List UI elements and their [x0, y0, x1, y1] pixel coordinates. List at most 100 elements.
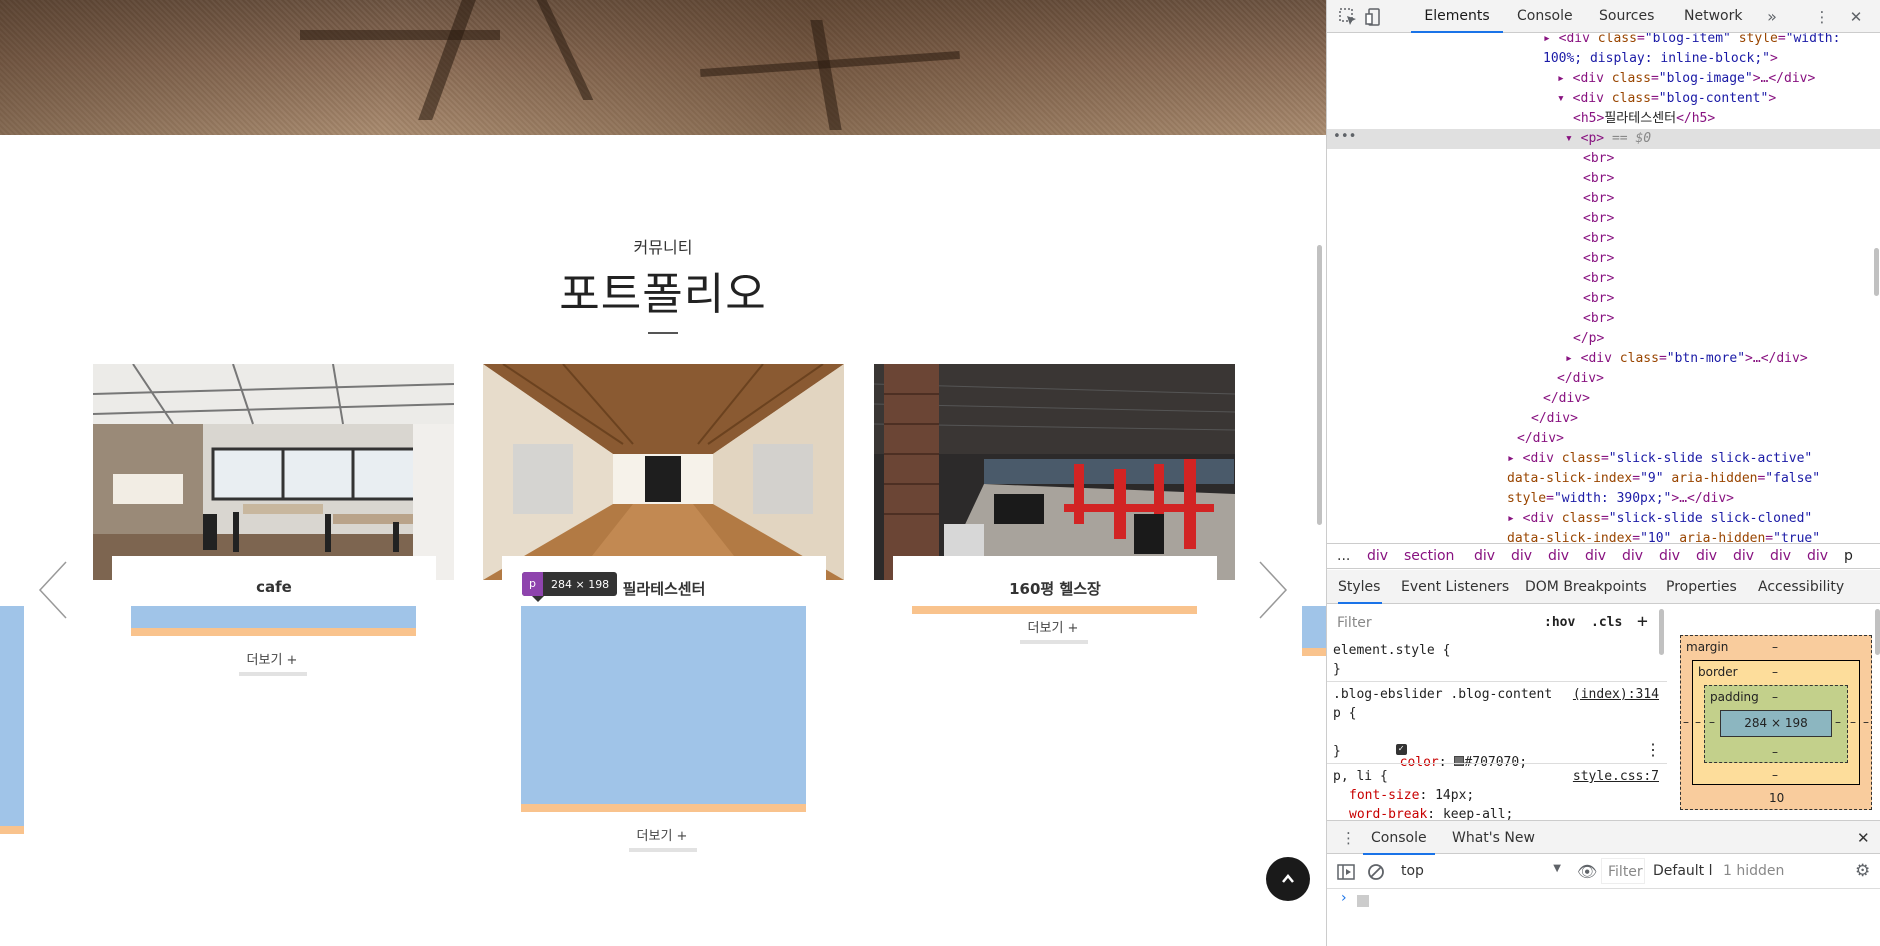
checkbox-icon[interactable]: ✓ — [1395, 744, 1407, 755]
cls-toggle[interactable]: .cls — [1591, 615, 1622, 630]
dom-node-line[interactable]: ▸ <div class="btn-more">…</div> — [1327, 349, 1880, 369]
tab-sources[interactable]: Sources — [1599, 0, 1654, 33]
dom-node-line[interactable]: <br> — [1327, 249, 1880, 269]
breadcrumb-item[interactable]: div — [1770, 544, 1791, 568]
property-row[interactable]: word-break: keep-all; — [1349, 807, 1513, 820]
breadcrumb-item[interactable]: div — [1659, 544, 1680, 568]
breadcrumb-item[interactable]: section — [1404, 544, 1454, 568]
more-link[interactable]: 더보기 + — [1003, 617, 1103, 636]
node-actions-icon[interactable]: ••• — [1333, 129, 1356, 144]
drawer-menu-icon[interactable]: ⋮ — [1341, 829, 1356, 847]
dom-node-line[interactable]: ▾ <div class="blog-content"> — [1327, 89, 1880, 109]
breadcrumb-item[interactable]: div — [1733, 544, 1754, 568]
dom-node-line[interactable]: </p> — [1327, 329, 1880, 349]
border-left-value[interactable]: – — [1695, 715, 1701, 729]
dom-node-line[interactable]: <br> — [1327, 189, 1880, 209]
dom-node-line[interactable]: </div> — [1327, 429, 1880, 449]
tab-drawer-console[interactable]: Console — [1363, 821, 1435, 855]
eye-icon[interactable]: 👁 — [1577, 862, 1597, 881]
dom-node-line[interactable]: <h5>필라테스센터</h5> — [1327, 109, 1880, 129]
box-model-scrollbar[interactable] — [1875, 609, 1880, 655]
breadcrumb-item[interactable]: p — [1844, 544, 1853, 568]
dom-node-line[interactable]: <br> — [1327, 149, 1880, 169]
styles-scrollbar[interactable] — [1659, 609, 1664, 655]
element-style-rule[interactable]: element.style { — [1333, 643, 1450, 658]
more-link[interactable]: 더보기 + — [612, 825, 712, 844]
margin-bottom-value[interactable]: 10 — [1769, 791, 1784, 805]
breadcrumb-item[interactable]: div — [1585, 544, 1606, 568]
box-model-content[interactable]: 284 × 198 — [1720, 710, 1832, 737]
dom-node-line[interactable]: ▾ <p> == $0 — [1327, 129, 1880, 149]
more-link[interactable]: 더보기 + — [222, 649, 322, 668]
rule-source-link[interactable]: style.css:7 — [1573, 769, 1659, 784]
tab-console[interactable]: Console — [1517, 0, 1573, 33]
rule-source-link[interactable]: (index):314 — [1573, 687, 1659, 702]
tab-elements[interactable]: Elements — [1411, 0, 1503, 33]
dom-node-line[interactable]: data-slick-index="9" aria-hidden="false" — [1327, 469, 1880, 489]
border-right-value[interactable]: – — [1850, 715, 1856, 729]
dom-node-line[interactable]: <br> — [1327, 289, 1880, 309]
margin-top-value[interactable]: – — [1772, 640, 1778, 654]
breadcrumb-item[interactable]: div — [1511, 544, 1532, 568]
rule-menu-icon[interactable]: ⋮ — [1645, 740, 1661, 759]
dom-node-line[interactable]: <br> — [1327, 169, 1880, 189]
sidebar-toggle-icon[interactable] — [1337, 863, 1355, 885]
dom-node-line[interactable]: <br> — [1327, 309, 1880, 329]
breadcrumb-item[interactable]: ... — [1337, 544, 1350, 568]
dom-node-line[interactable]: ▸ <div class="slick-slide slick-cloned" — [1327, 509, 1880, 529]
dom-node-line[interactable]: </div> — [1327, 369, 1880, 389]
border-top-value[interactable]: – — [1772, 665, 1778, 679]
context-select[interactable]: top ▼ — [1401, 863, 1561, 883]
dom-node-line[interactable]: <br> — [1327, 229, 1880, 249]
close-drawer-icon[interactable]: ✕ — [1857, 829, 1870, 847]
dom-node-line[interactable]: ▸ <div class="blog-image">…</div> — [1327, 69, 1880, 89]
rule-selector[interactable]: p, li { — [1333, 769, 1388, 784]
console-prompt-icon[interactable]: › — [1341, 890, 1347, 906]
tab-whats-new[interactable]: What's New — [1452, 821, 1535, 855]
border-bottom-value[interactable]: – — [1772, 768, 1778, 782]
dom-node-line[interactable]: ▸ <div class="blog-item" style="width: — [1327, 33, 1880, 49]
close-icon[interactable]: ✕ — [1847, 8, 1865, 26]
slider-next-arrow[interactable] — [1258, 560, 1288, 620]
device-toolbar-icon[interactable] — [1365, 8, 1383, 26]
breadcrumb-item[interactable]: div — [1367, 544, 1388, 568]
breadcrumb-item[interactable]: div — [1622, 544, 1643, 568]
dom-node-line[interactable]: style="width: 390px;">…</div> — [1327, 489, 1880, 509]
tab-accessibility[interactable]: Accessibility — [1758, 570, 1844, 604]
dom-node-line[interactable]: <br> — [1327, 269, 1880, 289]
breadcrumb-item[interactable]: div — [1548, 544, 1569, 568]
tab-properties[interactable]: Properties — [1666, 570, 1737, 604]
clear-console-icon[interactable] — [1367, 863, 1385, 885]
tab-network[interactable]: Network — [1684, 0, 1742, 33]
margin-right-value[interactable]: – — [1863, 715, 1869, 729]
rule-selector[interactable]: .blog-ebslider .blog-content — [1333, 687, 1552, 702]
settings-gear-icon[interactable]: ⚙ — [1855, 861, 1870, 881]
dom-node-line[interactable]: </div> — [1327, 389, 1880, 409]
dom-node-line[interactable]: ▸ <div class="slick-slide slick-active" — [1327, 449, 1880, 469]
breadcrumb-item[interactable]: div — [1807, 544, 1828, 568]
dom-node-line[interactable]: data-slick-index="10" aria-hidden="true" — [1327, 529, 1880, 543]
property-value[interactable]: keep-all; — [1443, 807, 1513, 820]
card-image-gym[interactable] — [874, 364, 1235, 580]
breadcrumb-item[interactable]: div — [1474, 544, 1495, 568]
add-rule-icon[interactable]: + — [1637, 611, 1648, 632]
console-input[interactable] — [1357, 895, 1369, 907]
color-swatch-icon[interactable] — [1454, 756, 1465, 766]
tab-styles[interactable]: Styles — [1338, 570, 1382, 604]
tab-event-listeners[interactable]: Event Listeners — [1401, 570, 1509, 604]
dom-scrollbar[interactable] — [1874, 248, 1879, 296]
property-row[interactable]: font-size: 14px; — [1349, 788, 1474, 803]
padding-left-value[interactable]: – — [1709, 715, 1715, 729]
tab-dom-breakpoints[interactable]: DOM Breakpoints — [1525, 570, 1647, 604]
card-title[interactable]: 160평 헬스장 — [893, 578, 1217, 599]
page-scrollbar[interactable] — [1317, 245, 1322, 525]
padding-top-value[interactable]: – — [1772, 690, 1778, 704]
dom-node-line[interactable]: <br> — [1327, 209, 1880, 229]
inspect-element-icon[interactable] — [1339, 8, 1357, 26]
log-levels-select[interactable]: Default l — [1653, 863, 1713, 879]
hov-toggle[interactable]: :hov — [1544, 615, 1575, 630]
double-chevron-icon[interactable]: » — [1763, 8, 1781, 26]
property-value[interactable]: 14px; — [1435, 788, 1474, 803]
padding-bottom-value[interactable]: – — [1772, 745, 1778, 759]
card-image-cafe[interactable] — [93, 364, 454, 580]
